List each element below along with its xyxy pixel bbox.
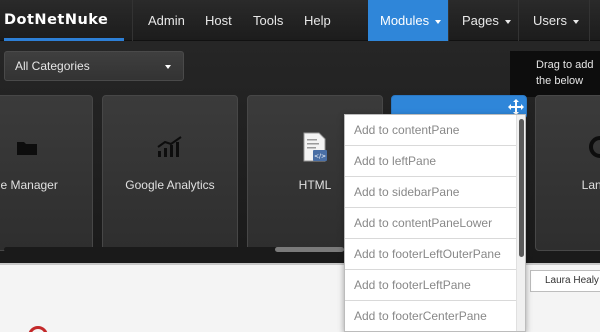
tiles-scrollbar-thumb[interactable] — [275, 247, 344, 252]
nav-divider — [518, 0, 519, 41]
nav-host[interactable]: Host — [205, 0, 232, 41]
chevron-down-icon — [572, 19, 579, 24]
chevron-down-icon — [504, 19, 511, 24]
menu-scrollbar-thumb[interactable] — [519, 119, 524, 257]
nav-pages[interactable]: Pages — [462, 0, 511, 41]
svg-text:</>: </> — [314, 153, 326, 160]
menu-item-left-pane[interactable]: Add to leftPane — [345, 146, 516, 177]
menu-item-content-pane[interactable]: Add to contentPane — [345, 115, 516, 146]
nav-modules-label: Modules — [380, 13, 430, 28]
nav-help[interactable]: Help — [304, 0, 331, 41]
top-nav-bar: DotNetNuke Admin Host Tools Help Modules… — [0, 0, 600, 41]
dnn-logo[interactable]: DotNetNuke — [4, 0, 124, 41]
nav-divider — [448, 0, 449, 41]
chevron-down-icon — [165, 65, 171, 69]
nav-pages-label: Pages — [462, 13, 499, 28]
module-tile-label: Google Analytics — [125, 178, 215, 192]
module-tile-google-analytics[interactable]: Google Analytics — [102, 95, 238, 251]
menu-item-footer-center-pane[interactable]: Add to footerCenterPane — [345, 301, 516, 331]
chevron-down-icon — [435, 19, 442, 24]
module-tile-label: Lang — [581, 178, 600, 192]
category-select[interactable]: All Categories — [4, 51, 184, 81]
nav-divider — [132, 0, 133, 41]
menu-item-sidebar-pane[interactable]: Add to sidebarPane — [345, 177, 516, 208]
analytics-icon — [156, 136, 184, 163]
menu-item-footer-left-pane[interactable]: Add to footerLeftPane — [345, 270, 516, 301]
add-to-pane-menu: Add to contentPane Add to leftPane Add t… — [344, 114, 526, 332]
nav-users[interactable]: Users — [533, 0, 579, 41]
nav-tools[interactable]: Tools — [253, 0, 283, 41]
module-tile-file-manager[interactable]: ile Manager — [0, 95, 93, 251]
folder-icon — [16, 140, 38, 161]
nav-divider — [589, 0, 590, 41]
menu-item-content-pane-lower[interactable]: Add to contentPaneLower — [345, 208, 516, 239]
module-tile-label: ile Manager — [0, 178, 58, 192]
nav-admin[interactable]: Admin — [148, 0, 185, 41]
nav-modules[interactable]: Modules — [368, 0, 448, 41]
language-icon — [588, 136, 600, 163]
dnn-control-panel: DotNetNuke Admin Host Tools Help Modules… — [0, 0, 600, 332]
module-tile-language[interactable]: Lang — [535, 95, 600, 251]
nav-users-label: Users — [533, 13, 567, 28]
menu-item-footer-left-outer-pane[interactable]: Add to footerLeftOuterPane — [345, 239, 516, 270]
html-document-icon: </> — [301, 132, 329, 167]
user-name-tag[interactable]: Laura Healy — [530, 270, 600, 292]
category-select-value: All Categories — [15, 59, 90, 73]
drag-tooltip: Drag to add the below — [510, 51, 600, 97]
